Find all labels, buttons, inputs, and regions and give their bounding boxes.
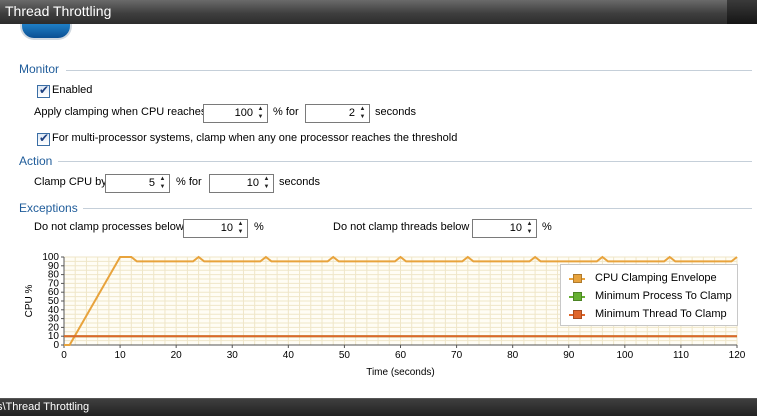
stepper-arrows-icon[interactable]: ▲ ▼ bbox=[235, 220, 246, 237]
clamp-cpu-stepper[interactable]: 5 ▲ ▼ bbox=[105, 174, 170, 193]
legend-marker bbox=[573, 310, 582, 319]
clamp-percent-for-label: % for bbox=[176, 176, 202, 188]
multi-processor-checkbox[interactable]: ✔ bbox=[37, 131, 50, 146]
x-axis-label: Time (seconds) bbox=[366, 367, 435, 378]
y-axis-label: CPU % bbox=[24, 285, 35, 318]
clamp-seconds-label: seconds bbox=[279, 176, 320, 188]
x-tick-label: 70 bbox=[451, 350, 463, 361]
threads-below-value: 10 bbox=[509, 222, 522, 234]
title-bar: Thread Throttling bbox=[0, 0, 757, 24]
cpu-threshold-value: 100 bbox=[234, 107, 253, 119]
monitor-section-title: Monitor bbox=[19, 62, 60, 76]
exceptions-divider bbox=[83, 208, 752, 209]
duration-value: 2 bbox=[348, 107, 355, 119]
x-tick-label: 100 bbox=[616, 350, 633, 361]
status-path: s\Thread Throttling bbox=[0, 401, 90, 413]
stepper-arrows-icon[interactable]: ▲ ▼ bbox=[357, 105, 368, 122]
title-bar-corner bbox=[727, 0, 757, 24]
enabled-checkbox[interactable]: ✔ bbox=[37, 83, 50, 98]
enabled-label: Enabled bbox=[52, 84, 93, 96]
processes-below-label: Do not clamp processes below bbox=[34, 221, 184, 233]
status-bar: s\Thread Throttling bbox=[0, 398, 757, 416]
x-tick-label: 20 bbox=[171, 350, 183, 361]
legend-marker bbox=[573, 292, 582, 301]
clamp-cpu-value: 5 bbox=[148, 177, 155, 189]
threads-below-label: Do not clamp threads below bbox=[333, 221, 470, 233]
multi-processor-label: For multi-processor systems, clamp when … bbox=[52, 132, 458, 144]
x-tick-label: 10 bbox=[115, 350, 127, 361]
action-divider bbox=[58, 161, 752, 162]
x-tick-label: 30 bbox=[227, 350, 239, 361]
x-tick-label: 110 bbox=[673, 350, 689, 361]
x-tick-label: 60 bbox=[395, 350, 407, 361]
threads-unit-label: % bbox=[542, 221, 552, 233]
seconds-label: seconds bbox=[375, 106, 416, 118]
duration-stepper[interactable]: 2 ▲ ▼ bbox=[305, 104, 370, 123]
percent-for-label: % for bbox=[273, 106, 299, 118]
clamp-duration-stepper[interactable]: 10 ▲ ▼ bbox=[209, 174, 274, 193]
x-tick-label: 120 bbox=[729, 350, 746, 361]
legend-marker bbox=[573, 274, 582, 283]
legend-label: Minimum Thread To Clamp bbox=[595, 308, 727, 320]
y-tick-label: 100 bbox=[42, 252, 59, 263]
x-tick-label: 40 bbox=[283, 350, 295, 361]
threads-below-stepper[interactable]: 10 ▲ ▼ bbox=[472, 219, 537, 238]
x-tick-label: 0 bbox=[61, 350, 67, 361]
cpu-threshold-stepper[interactable]: 100 ▲ ▼ bbox=[203, 104, 268, 123]
stepper-arrows-icon[interactable]: ▲ ▼ bbox=[157, 175, 168, 192]
legend-label: Minimum Process To Clamp bbox=[595, 290, 732, 302]
action-section-title: Action bbox=[19, 154, 53, 168]
stepper-arrows-icon[interactable]: ▲ ▼ bbox=[255, 105, 266, 122]
processes-below-value: 10 bbox=[220, 222, 233, 234]
window-title: Thread Throttling bbox=[5, 3, 112, 19]
chart-legend: CPU Clamping Envelope Minimum Process To… bbox=[560, 264, 738, 326]
apply-clamping-label: Apply clamping when CPU reaches bbox=[34, 106, 207, 118]
monitor-divider bbox=[66, 70, 752, 71]
exceptions-section-title: Exceptions bbox=[19, 201, 78, 215]
clamp-cpu-label: Clamp CPU by bbox=[34, 176, 107, 188]
stepper-arrows-icon[interactable]: ▲ ▼ bbox=[261, 175, 272, 192]
x-tick-label: 80 bbox=[507, 350, 519, 361]
processes-unit-label: % bbox=[254, 221, 264, 233]
x-tick-label: 50 bbox=[339, 350, 351, 361]
processes-below-stepper[interactable]: 10 ▲ ▼ bbox=[183, 219, 248, 238]
checkmark-icon: ✔ bbox=[39, 131, 50, 145]
app-logo bbox=[20, 24, 72, 40]
stepper-arrows-icon[interactable]: ▲ ▼ bbox=[524, 220, 535, 237]
legend-label: CPU Clamping Envelope bbox=[595, 272, 717, 284]
x-tick-label: 90 bbox=[563, 350, 575, 361]
clamp-duration-value: 10 bbox=[246, 177, 259, 189]
checkmark-icon: ✔ bbox=[39, 83, 50, 97]
